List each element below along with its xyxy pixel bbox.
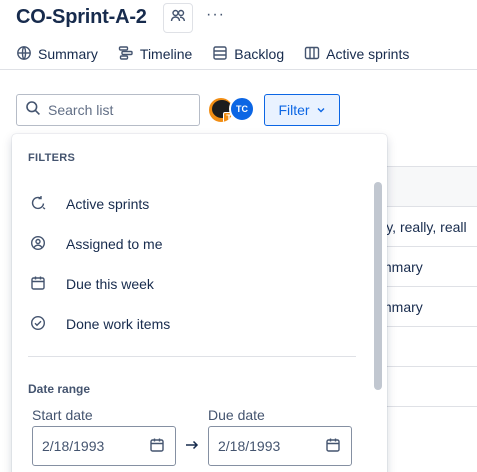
option-label: Assigned to me: [66, 236, 163, 252]
tab-label: Active sprints: [326, 46, 410, 62]
filter-option-active-sprints[interactable]: Active sprints: [28, 184, 348, 224]
start-date-value: 2/18/1993: [42, 438, 105, 454]
start-date-label: Start date: [32, 407, 93, 423]
calendar-icon[interactable]: [325, 437, 351, 456]
filter-option-done-work-items[interactable]: Done work items: [28, 304, 348, 344]
start-date-input[interactable]: 2/18/1993: [32, 426, 176, 466]
search-box[interactable]: [16, 94, 200, 126]
search-icon: [25, 100, 41, 121]
tab-label: Timeline: [139, 46, 193, 62]
filter-option-due-this-week[interactable]: Due this week: [28, 264, 348, 304]
option-label: Due this week: [66, 276, 154, 292]
list-item[interactable]: [380, 406, 477, 446]
tab-active-sprints[interactable]: Active sprints: [304, 44, 409, 64]
filters-heading: FILTERS: [28, 152, 76, 164]
list-item[interactable]: mmary: [380, 286, 477, 326]
date-range-heading: Date range: [28, 382, 91, 396]
avatar-tc[interactable]: TC: [229, 96, 255, 122]
chevron-down-icon: [310, 102, 326, 118]
list-item[interactable]: [380, 366, 477, 406]
list-item[interactable]: lly, really, reall: [380, 206, 477, 246]
filter-panel: FILTERS Active sprints Assigned to me Du…: [12, 134, 387, 472]
due-date-input[interactable]: 2/18/1993: [208, 426, 352, 466]
list-item[interactable]: [380, 326, 477, 366]
option-label: Active sprints: [66, 196, 150, 212]
filter-button[interactable]: Filter: [264, 94, 340, 126]
arrow-right-icon: [184, 437, 200, 458]
tab-timeline[interactable]: Timeline: [118, 44, 192, 64]
globe-icon: [16, 45, 38, 64]
list-header: [380, 166, 477, 206]
list-item[interactable]: mmary: [380, 246, 477, 286]
board-icon: [304, 45, 326, 64]
work-item-list: lly, really, reall mmary mmary: [380, 166, 477, 446]
tab-backlog[interactable]: Backlog: [212, 44, 284, 64]
people-icon: [170, 8, 186, 29]
filter-label: Filter: [278, 102, 310, 118]
due-date-label: Due date: [208, 407, 265, 423]
search-input[interactable]: [48, 102, 198, 118]
more-actions-button[interactable]: ···: [206, 6, 225, 24]
check-circle-icon: [28, 315, 66, 334]
tab-label: Summary: [38, 46, 98, 62]
team-button[interactable]: [163, 3, 193, 33]
person-icon: [28, 235, 66, 254]
project-tabs: Summary Timeline Backlog Active sprints: [16, 44, 429, 64]
calendar-icon: [28, 275, 66, 294]
panel-scrollbar[interactable]: [374, 182, 382, 390]
due-date-value: 2/18/1993: [218, 438, 281, 454]
sprint-icon: [28, 195, 66, 214]
panel-divider: [28, 356, 356, 357]
timeline-icon: [118, 45, 140, 64]
option-label: Done work items: [66, 316, 171, 332]
filter-option-assigned-to-me[interactable]: Assigned to me: [28, 224, 348, 264]
tabs-divider: [0, 69, 477, 70]
tab-label: Backlog: [234, 46, 285, 62]
calendar-icon[interactable]: [149, 437, 175, 456]
tab-summary[interactable]: Summary: [16, 44, 98, 64]
project-title: CO-Sprint-A-2: [16, 6, 147, 28]
backlog-icon: [212, 45, 234, 64]
